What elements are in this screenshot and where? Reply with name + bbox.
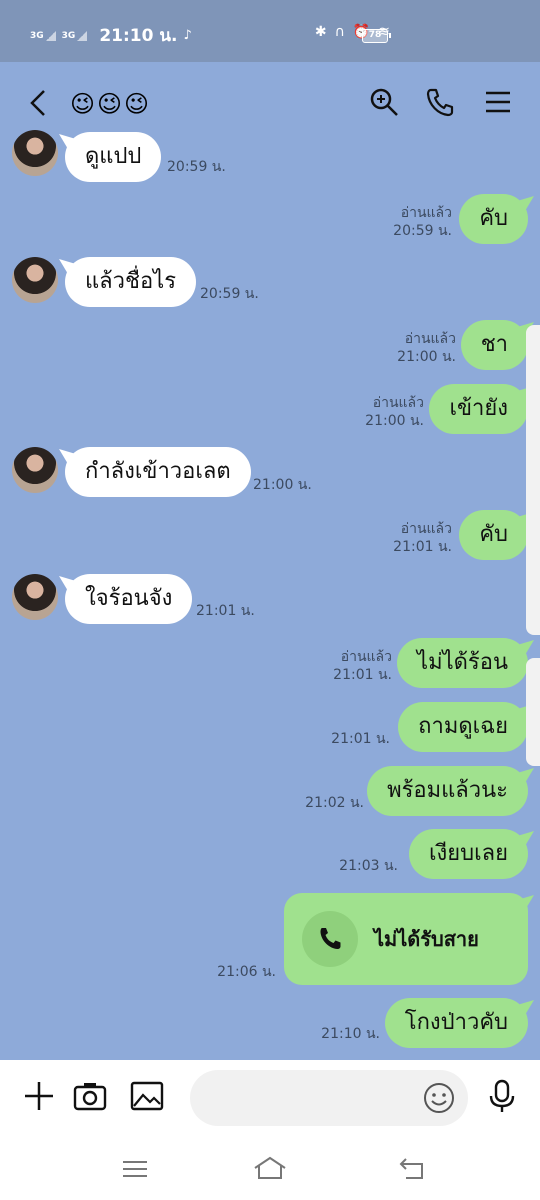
- chat-title: 😉😉😉: [70, 90, 152, 118]
- phone-icon: [320, 928, 341, 949]
- message-time: 21:02 น.: [305, 795, 364, 811]
- message-time: 21:06 น.: [217, 964, 276, 980]
- message-bubble-incoming[interactable]: ใจร้อนจัง: [65, 574, 193, 624]
- message-time: 21:01 น.: [331, 731, 390, 747]
- camera-icon[interactable]: [72, 1078, 108, 1114]
- contact-avatar[interactable]: [12, 447, 58, 493]
- emoji-icon[interactable]: [422, 1081, 456, 1115]
- message-bubble-outgoing[interactable]: ชา: [460, 320, 528, 370]
- message-bubble-outgoing[interactable]: คับ: [459, 194, 528, 244]
- home-icon[interactable]: [252, 1154, 288, 1184]
- contact-avatar[interactable]: [12, 574, 58, 620]
- side-panel-handle[interactable]: [526, 658, 540, 766]
- message-time: 21:01 น.: [393, 539, 452, 555]
- chat-header: 😉😉😉: [0, 62, 540, 142]
- contact-avatar[interactable]: [12, 130, 58, 176]
- network-indicator-1: 3G: [30, 30, 56, 41]
- message-bubble-outgoing[interactable]: พร้อมแล้วนะ: [367, 766, 528, 816]
- message-textbox[interactable]: [190, 1070, 468, 1126]
- battery-indicator: 78: [362, 29, 391, 43]
- message-time: 21:10 น.: [321, 1026, 380, 1042]
- side-panel-handle[interactable]: [526, 325, 540, 635]
- plus-icon[interactable]: [21, 1078, 57, 1114]
- missed-call-bubble[interactable]: ไม่ได้รับสาย: [284, 893, 528, 985]
- message-time: 21:03 น.: [339, 858, 398, 874]
- message-time: 21:01 น.: [333, 667, 392, 683]
- tiktok-icon: ♪: [183, 28, 192, 43]
- bluetooth-icon: ✱: [314, 24, 327, 40]
- network-indicator-2: 3G: [62, 30, 88, 41]
- read-receipt: อ่านแล้ว: [400, 205, 452, 221]
- back-nav-icon[interactable]: [398, 1154, 428, 1184]
- message-bubble-incoming[interactable]: แล้วชื่อไร: [65, 257, 197, 307]
- message-time: 20:59 น.: [167, 159, 226, 175]
- message-time: 21:00 น.: [397, 349, 456, 365]
- message-bubble-outgoing[interactable]: คับ: [459, 510, 528, 560]
- system-nav-bar: [0, 1140, 540, 1200]
- status-time: 21:10 น.: [99, 26, 178, 46]
- message-bubble-outgoing[interactable]: ไม่ได้ร้อน: [397, 638, 528, 688]
- message-time: 21:00 น.: [365, 413, 424, 429]
- message-bubble-incoming[interactable]: ดูแปป: [65, 132, 162, 182]
- recent-apps-icon[interactable]: [120, 1154, 150, 1184]
- status-left: 3G 3G 21:10 น. ♪: [30, 22, 192, 49]
- menu-icon[interactable]: [482, 86, 514, 118]
- message-bubble-outgoing[interactable]: ถามดูเฉย: [398, 702, 528, 752]
- microphone-icon[interactable]: [484, 1078, 520, 1114]
- message-input-bar: [0, 1060, 540, 1140]
- status-bar: 3G 3G 21:10 น. ♪ ✱ ∩ ⏰ ≋ 78: [0, 0, 540, 62]
- message-bubble-outgoing[interactable]: เข้ายัง: [429, 384, 528, 434]
- message-time: 20:59 น.: [200, 286, 259, 302]
- read-receipt: อ่านแล้ว: [404, 331, 456, 347]
- call-icon-circle: [302, 911, 358, 967]
- read-receipt: อ่านแล้ว: [400, 521, 452, 537]
- message-time: 21:00 น.: [253, 477, 312, 493]
- read-receipt: อ่านแล้ว: [340, 649, 392, 665]
- message-bubble-outgoing[interactable]: โกงป่าวคับ: [384, 998, 528, 1048]
- missed-call-label: ไม่ได้รับสาย: [374, 927, 479, 951]
- headphones-icon: ∩: [334, 24, 345, 40]
- message-time: 21:01 น.: [196, 603, 255, 619]
- back-icon[interactable]: [26, 88, 52, 118]
- phone-call-icon[interactable]: [424, 86, 456, 118]
- message-bubble-outgoing[interactable]: เงียบเลย: [408, 829, 528, 879]
- contact-avatar[interactable]: [12, 257, 58, 303]
- search-icon[interactable]: [368, 86, 400, 118]
- message-time: 20:59 น.: [393, 223, 452, 239]
- image-icon[interactable]: [129, 1078, 165, 1114]
- message-input[interactable]: [208, 1070, 408, 1126]
- message-bubble-incoming[interactable]: กำลังเข้าวอเลต: [65, 447, 251, 497]
- read-receipt: อ่านแล้ว: [372, 395, 424, 411]
